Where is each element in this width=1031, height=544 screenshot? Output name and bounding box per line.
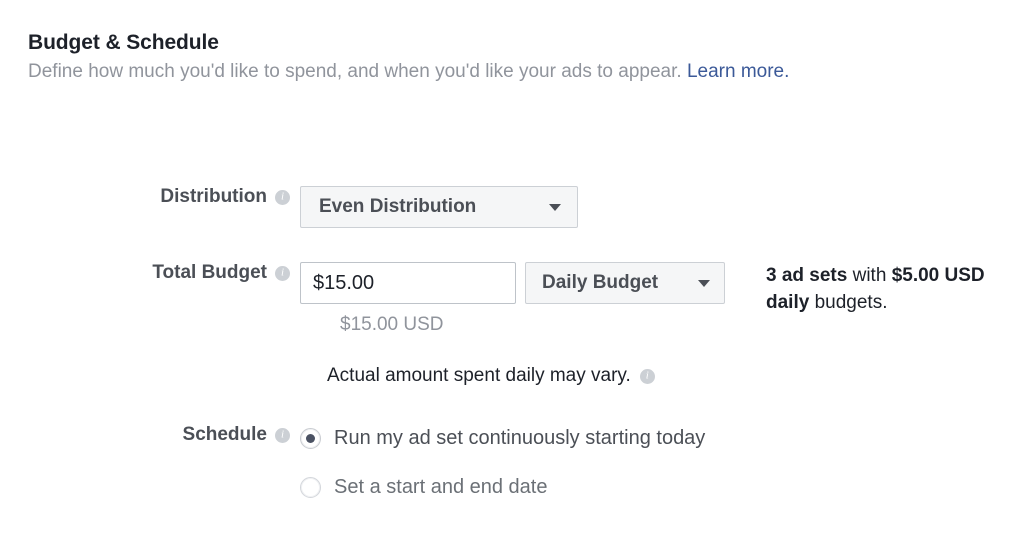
distribution-label: Distribution <box>160 186 267 207</box>
ad-sets-summary-note: 3 ad sets with $5.00 USD daily budgets. <box>766 262 1016 316</box>
schedule-option-date-range[interactable]: Set a start and end date <box>300 473 705 501</box>
section-description-text: Define how much you'd like to spend, and… <box>28 61 687 82</box>
distribution-control: Even Distribution <box>300 186 578 228</box>
info-icon[interactable] <box>275 427 290 443</box>
info-icon[interactable] <box>639 368 655 384</box>
total-budget-control: Daily Budget <box>300 262 725 304</box>
radio-selected-icon[interactable] <box>300 427 321 449</box>
schedule-label: Schedule <box>182 424 267 445</box>
section-description-period: . <box>784 61 790 82</box>
ad-sets-count: 3 ad sets <box>766 265 848 286</box>
budget-type-dropdown[interactable]: Daily Budget <box>525 262 725 304</box>
spend-variance-note-text: Actual amount spent daily may vary. <box>327 365 631 386</box>
total-budget-label-group: Total Budget <box>0 262 290 284</box>
chevron-down-icon <box>549 203 561 211</box>
info-icon[interactable] <box>275 265 290 281</box>
ad-sets-tail-text: budgets. <box>809 292 888 313</box>
distribution-dropdown[interactable]: Even Distribution <box>300 186 578 228</box>
section-description: Define how much you'd like to spend, and… <box>28 59 1003 85</box>
distribution-dropdown-value: Even Distribution <box>319 196 477 217</box>
budget-type-dropdown-value: Daily Budget <box>542 272 659 293</box>
section-header: Budget & Schedule Define how much you'd … <box>28 30 1003 85</box>
currency-note: $15.00 USD <box>340 314 444 335</box>
radio-unselected-icon[interactable] <box>300 476 321 498</box>
schedule-label-group: Schedule <box>0 424 290 446</box>
distribution-row: Distribution Even Distribution <box>0 186 1031 228</box>
schedule-option-date-range-label: Set a start and end date <box>334 476 548 498</box>
page-title: Budget & Schedule <box>28 31 219 54</box>
learn-more-link[interactable]: Learn more <box>687 61 784 82</box>
schedule-option-continuous-label: Run my ad set continuously starting toda… <box>334 427 706 449</box>
chevron-down-icon <box>698 279 710 287</box>
spend-variance-note: Actual amount spent daily may vary. <box>327 364 655 388</box>
info-icon[interactable] <box>275 189 290 205</box>
schedule-row: Schedule Run my ad set continuously star… <box>0 424 1031 501</box>
budget-type-wrap: Daily Budget <box>525 262 725 304</box>
schedule-option-continuous[interactable]: Run my ad set continuously starting toda… <box>300 424 705 452</box>
total-budget-input[interactable] <box>300 262 516 304</box>
ad-sets-with-text: with <box>847 265 892 286</box>
schedule-radio-group: Run my ad set continuously starting toda… <box>300 424 705 501</box>
total-budget-label: Total Budget <box>152 262 267 283</box>
distribution-label-group: Distribution <box>0 186 290 208</box>
